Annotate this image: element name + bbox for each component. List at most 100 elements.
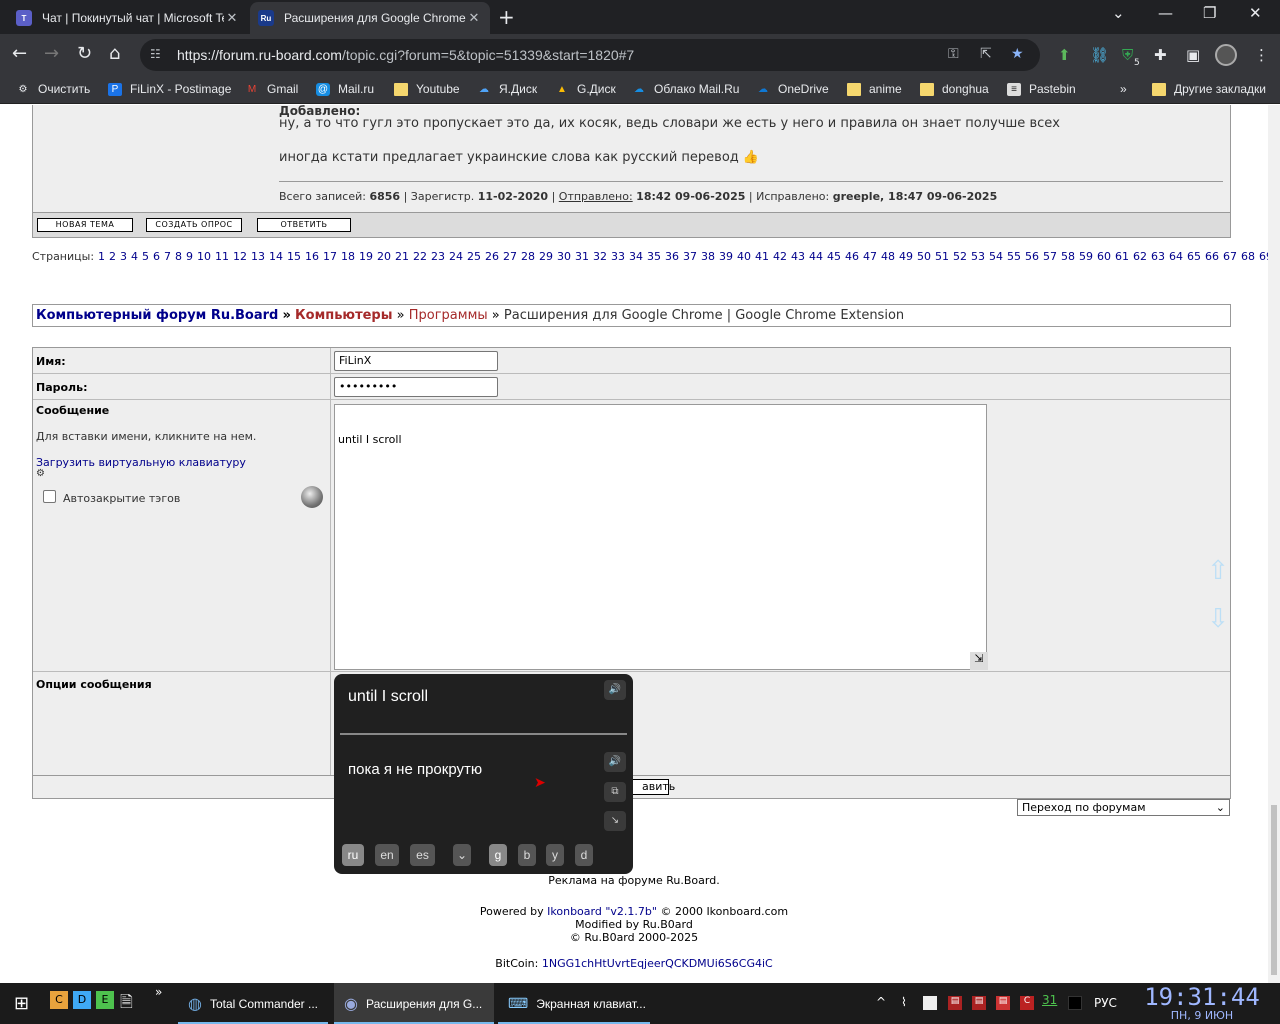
windows-start-icon[interactable]: ⊞ (14, 993, 29, 1014)
page-link[interactable]: 58 (1061, 250, 1075, 263)
sent-link[interactable]: Отправлено: (559, 190, 633, 203)
ikonboard-link[interactable]: Ikonboard (547, 905, 602, 918)
page-link[interactable]: 14 (269, 250, 283, 263)
gear-icon[interactable]: ⚙ (36, 468, 45, 479)
page-link[interactable]: 65 (1187, 250, 1201, 263)
quick-e-icon[interactable]: E (96, 991, 114, 1009)
quick-c-icon[interactable]: C (50, 991, 68, 1009)
home-icon[interactable]: ⌂ (109, 43, 120, 64)
page-link[interactable]: 67 (1223, 250, 1237, 263)
new-poll-button[interactable]: СОЗДАТЬ ОПРОС (146, 218, 242, 232)
window-close-icon[interactable]: ✕ (1249, 4, 1262, 22)
page-link[interactable]: 13 (251, 250, 265, 263)
bookmark-postimage[interactable]: P FiLinX - Postimage (108, 82, 231, 96)
page-link[interactable]: 53 (971, 250, 985, 263)
input-language[interactable]: РУС (1094, 996, 1117, 1010)
reply-button[interactable]: ОТВЕТИТЬ (257, 218, 351, 232)
page-link[interactable]: 69 (1259, 250, 1268, 263)
page-link[interactable]: 22 (413, 250, 427, 263)
page-link[interactable]: 60 (1097, 250, 1111, 263)
name-input[interactable]: FiLinX (334, 351, 498, 371)
page-link[interactable]: 18 (341, 250, 355, 263)
page-link[interactable]: 34 (629, 250, 643, 263)
bookmark-pastebin[interactable]: ≡ Pastebin (1007, 82, 1076, 96)
page-link[interactable]: 42 (773, 250, 787, 263)
bookmark-star-icon[interactable]: ★ (1011, 46, 1024, 62)
lang-dropdown-icon[interactable]: ⌄ (453, 844, 471, 866)
tray-clip-icon[interactable]: ⌇ (901, 995, 907, 1009)
page-link[interactable]: 64 (1169, 250, 1183, 263)
maximize-icon[interactable]: ❐ (1203, 4, 1216, 22)
page-link[interactable]: 3 (120, 250, 127, 263)
speaker-icon[interactable]: 🔊 (604, 752, 626, 772)
tray-app-icon[interactable]: ▤ (996, 996, 1010, 1010)
lang-ru[interactable]: ru (342, 844, 364, 866)
tab-search-icon[interactable]: ⌄ (1112, 4, 1125, 22)
page-link[interactable]: 15 (287, 250, 301, 263)
other-bookmarks[interactable]: Другие закладки (1152, 82, 1266, 96)
page-link[interactable]: 52 (953, 250, 967, 263)
page-link[interactable]: 44 (809, 250, 823, 263)
shield-extension-icon[interactable]: ⛨ (1122, 46, 1133, 64)
page-link[interactable]: 49 (899, 250, 913, 263)
tray-app-icon[interactable] (923, 996, 937, 1010)
menu-icon[interactable]: ⋮ (1254, 46, 1269, 64)
page-link[interactable]: 20 (377, 250, 391, 263)
page-link[interactable]: 41 (755, 250, 769, 263)
page-link[interactable]: 36 (665, 250, 679, 263)
side-panel-icon[interactable]: ▣ (1186, 46, 1200, 64)
bookmark-youtube[interactable]: Youtube (394, 82, 460, 96)
scroll-arrows-widget[interactable]: ⇧ ⇩ (1204, 547, 1232, 643)
page-link[interactable]: 56 (1025, 250, 1039, 263)
calendar-tray-icon[interactable]: 31 (1042, 993, 1057, 1007)
page-link[interactable]: 63 (1151, 250, 1165, 263)
site-info-icon[interactable]: ☷ (150, 47, 161, 61)
page-link[interactable]: 21 (395, 250, 409, 263)
tray-app-icon[interactable]: ▤ (972, 996, 986, 1010)
breadcrumb-subcategory[interactable]: Программы (409, 308, 488, 323)
page-link[interactable]: 32 (593, 250, 607, 263)
lang-en[interactable]: en (375, 844, 399, 866)
page-link[interactable]: 12 (233, 250, 247, 263)
engine-yandex[interactable]: y (546, 844, 564, 866)
scroll-up-icon[interactable]: ⇧ (1204, 547, 1232, 595)
virtual-keyboard-link[interactable]: Загрузить виртуальную клавиатуру (36, 456, 246, 469)
source-text[interactable]: until I scroll (348, 688, 428, 706)
tray-app-icon[interactable] (1068, 996, 1082, 1010)
message-textarea[interactable]: until I scroll (334, 404, 987, 670)
tab-teams[interactable]: T Чат | Покинутый чат | Microsoft Teams … (8, 2, 248, 34)
taskbar-overflow[interactable]: » (155, 985, 162, 999)
share-icon[interactable]: ⇱ (980, 46, 992, 62)
page-link[interactable]: 38 (701, 250, 715, 263)
page-link[interactable]: 24 (449, 250, 463, 263)
page-link[interactable]: 7 (164, 250, 171, 263)
bookmark-gdrive[interactable]: ▲ G.Диск (555, 82, 616, 96)
tray-app-icon[interactable]: C (1020, 996, 1034, 1010)
speaker-icon[interactable]: 🔊 (604, 680, 626, 700)
page-link[interactable]: 16 (305, 250, 319, 263)
ad-link[interactable]: Реклама на форуме Ru.Board. (0, 874, 1268, 887)
new-topic-button[interactable]: НОВАЯ ТЕМА (37, 218, 133, 232)
address-bar[interactable]: ☷ https://forum.ru-board.com/topic.cgi?f… (140, 39, 1040, 71)
reload-icon[interactable]: ↻ (77, 43, 92, 64)
smiley-orb-icon[interactable] (301, 486, 323, 508)
page-link[interactable]: 9 (186, 250, 193, 263)
close-icon[interactable]: ✕ (224, 10, 240, 26)
page-link[interactable]: 48 (881, 250, 895, 263)
close-icon[interactable]: ✕ (466, 10, 482, 26)
forum-jump-select[interactable]: Переход по форумам ⌄ (1017, 799, 1230, 816)
page-link[interactable]: 5 (142, 250, 149, 263)
profile-avatar[interactable] (1215, 44, 1237, 66)
page-link[interactable]: 47 (863, 250, 877, 263)
engine-bing[interactable]: b (518, 844, 536, 866)
scroll-down-icon[interactable]: ⇩ (1204, 595, 1232, 643)
tray-app-icon[interactable]: ▤ (948, 996, 962, 1010)
page-link[interactable]: 8 (175, 250, 182, 263)
page-link[interactable]: 57 (1043, 250, 1057, 263)
bitcoin-address[interactable]: 1NGG1chHtUvrtEqjeerQCKDMUi6S6CG4iC (542, 957, 773, 970)
taskbar-chrome[interactable]: ◉ Расширения для G... (334, 983, 494, 1024)
page-link[interactable]: 29 (539, 250, 553, 263)
page-link[interactable]: 31 (575, 250, 589, 263)
tray-chevron-icon[interactable]: ^ (876, 995, 886, 1009)
page-link[interactable]: 45 (827, 250, 841, 263)
